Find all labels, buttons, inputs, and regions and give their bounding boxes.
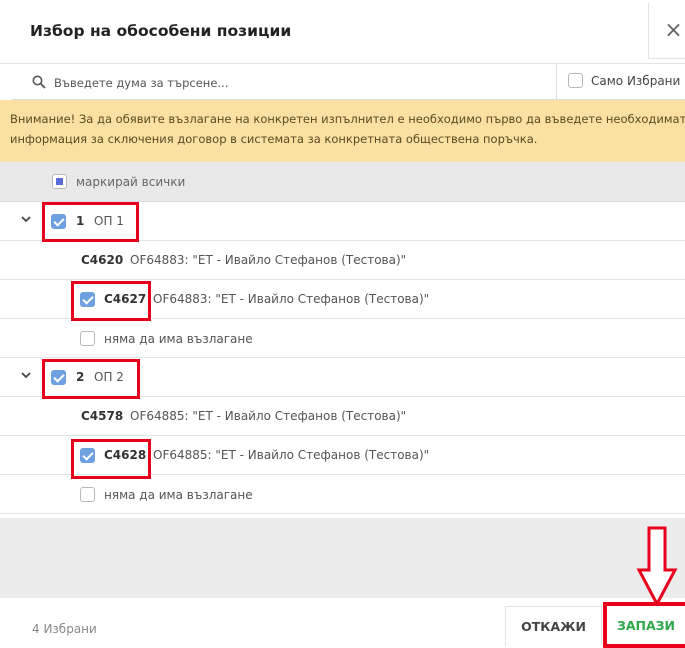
warning-line-2: информация за сключения договор в систем…	[10, 132, 538, 146]
lot-checkbox[interactable]	[80, 448, 95, 463]
mark-all-row[interactable]: маркирай всички	[0, 162, 685, 202]
arrow-down-annotation-icon	[636, 526, 678, 608]
close-button[interactable]: ×	[648, 3, 685, 59]
lot-code: C4578	[81, 409, 124, 423]
lot-item-row: C4578 OF64885: "ЕТ - Ивайло Стефанов (Те…	[0, 397, 685, 436]
warning-banner: Внимание! За да обявите възлагане на кон…	[0, 100, 685, 162]
lot-offer-text: OF64885: "ЕТ - Ивайло Стефанов (Тестова)…	[153, 448, 430, 462]
mark-all-checkbox[interactable]	[52, 174, 67, 189]
lot-code: C4620	[81, 253, 124, 267]
group-number: 2	[76, 370, 85, 384]
lot-item-row[interactable]: C4627 OF64883: "ЕТ - Ивайло Стефанов (Те…	[0, 280, 685, 319]
search-input[interactable]	[54, 72, 534, 94]
search-icon	[32, 75, 46, 89]
dialog-header: Избор на обособени позиции ×	[0, 0, 685, 64]
lot-code: C4627	[104, 292, 147, 306]
lot-item-row[interactable]: C4628 OF64885: "ЕТ - Ивайло Стефанов (Те…	[0, 436, 685, 475]
selected-count: 4 Избрани	[32, 622, 97, 636]
search-bar: Само Избрани	[12, 64, 685, 100]
no-award-row[interactable]: няма да има възлагане	[0, 475, 685, 514]
no-award-label: няма да има възлагане	[104, 488, 253, 502]
group-row[interactable]: 2 ОП 2	[0, 358, 685, 397]
search-divider	[556, 64, 557, 100]
mark-all-label: маркирай всички	[76, 175, 186, 189]
warning-line-1: Внимание! За да обявите възлагане на кон…	[10, 112, 685, 126]
cancel-button[interactable]: ОТКАЖИ	[505, 606, 602, 646]
group-checkbox[interactable]	[51, 370, 66, 385]
no-award-checkbox[interactable]	[80, 487, 95, 502]
group-name: ОП 2	[94, 370, 124, 384]
dialog-title: Избор на обособени позиции	[30, 22, 292, 40]
lot-code: C4628	[104, 448, 147, 462]
save-button[interactable]: ЗАПАЗИ	[603, 602, 685, 648]
only-selected-label: Само Избрани	[591, 73, 681, 88]
list-empty-area	[0, 518, 685, 598]
only-selected-checkbox[interactable]	[568, 73, 583, 88]
lot-checkbox[interactable]	[80, 292, 95, 307]
lot-item-row: C4620 OF64883: "ЕТ - Ивайло Стефанов (Те…	[0, 241, 685, 280]
dialog-footer: 4 Избрани ОТКАЖИ ЗАПАЗИ	[0, 598, 685, 648]
group-row[interactable]: 1 ОП 1	[0, 202, 685, 241]
close-icon: ×	[664, 18, 683, 43]
no-award-checkbox[interactable]	[80, 331, 95, 346]
group-name: ОП 1	[94, 214, 124, 228]
lot-offer-text: OF64883: "ЕТ - Ивайло Стефанов (Тестова)…	[153, 292, 430, 306]
lot-offer-text: OF64885: "ЕТ - Ивайло Стефанов (Тестова)…	[130, 409, 407, 423]
no-award-row[interactable]: няма да има възлагане	[0, 319, 685, 358]
chevron-down-icon[interactable]	[20, 369, 32, 381]
group-number: 1	[76, 214, 85, 228]
group-checkbox[interactable]	[51, 214, 66, 229]
chevron-down-icon[interactable]	[20, 213, 32, 225]
lot-offer-text: OF64883: "ЕТ - Ивайло Стефанов (Тестова)…	[130, 253, 407, 267]
no-award-label: няма да има възлагане	[104, 332, 253, 346]
only-selected-toggle[interactable]: Само Избрани	[568, 73, 680, 88]
